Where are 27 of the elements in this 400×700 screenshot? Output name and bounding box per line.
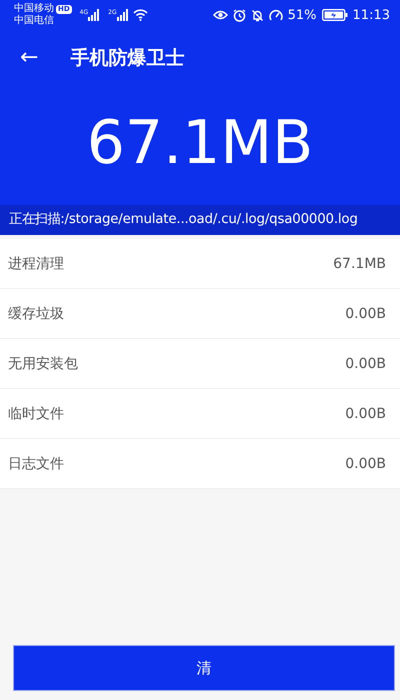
muted-bell-icon xyxy=(250,8,264,22)
clean-button[interactable]: 清 xyxy=(13,645,395,691)
category-size: 0.00B xyxy=(345,356,386,372)
battery-percent: 51% xyxy=(288,8,317,22)
category-name: 日志文件 xyxy=(8,454,64,472)
wifi-icon xyxy=(132,9,148,21)
category-name: 临时文件 xyxy=(8,404,64,422)
signal-icon xyxy=(116,9,129,21)
category-size: 0.00B xyxy=(345,456,386,472)
back-button[interactable]: ← xyxy=(20,45,38,70)
alarm-icon xyxy=(232,8,246,22)
category-name: 无用安装包 xyxy=(8,354,78,372)
signal-icon xyxy=(88,9,100,21)
total-size: 67.1MB xyxy=(86,107,314,180)
scan-status: 正在扫描:/storage/emulate...oad/.cu/.log/qsa00000.log xyxy=(0,205,400,235)
carrier-name: 中国移动 xyxy=(14,3,54,14)
category-size: 0.00B xyxy=(345,406,386,422)
category-size: 0.00B xyxy=(345,306,386,322)
category-name: 缓存垃圾 xyxy=(8,304,64,322)
clock: 11:13 xyxy=(352,8,390,22)
speedometer-icon xyxy=(268,8,283,22)
carrier-name: 中国电信 xyxy=(14,15,55,27)
battery-icon xyxy=(322,9,348,21)
eye-icon xyxy=(212,9,228,21)
category-size: 67.1MB xyxy=(333,256,386,272)
category-name: 进程清理 xyxy=(8,254,64,272)
screen-title: 手机防爆卫士 xyxy=(70,46,184,70)
